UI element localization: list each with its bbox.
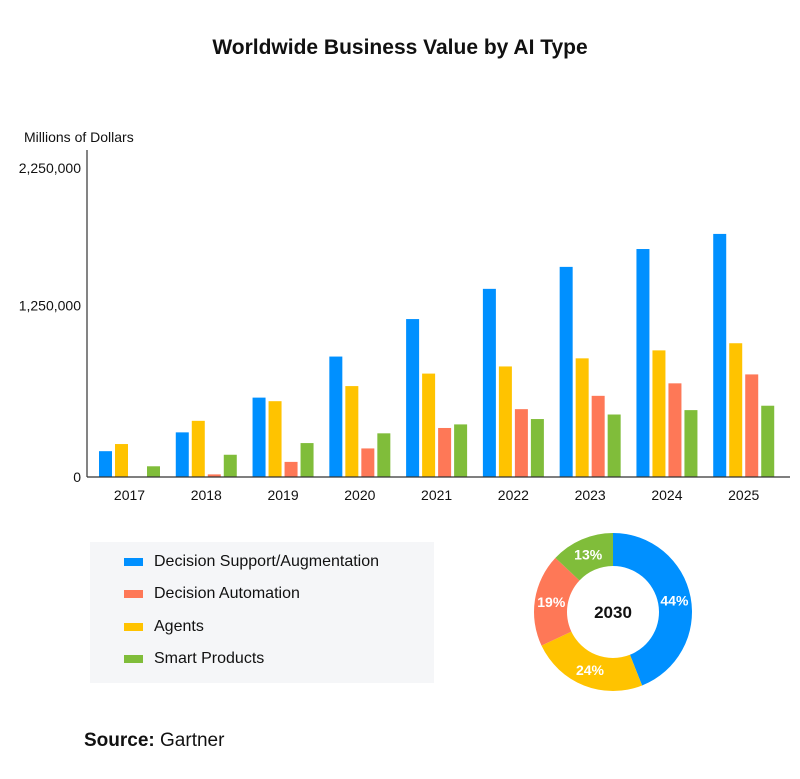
bar [652, 350, 666, 477]
bar [713, 233, 727, 477]
legend-swatch [124, 590, 143, 598]
x-tick-label: 2020 [344, 487, 375, 503]
bar [223, 454, 237, 477]
donut-slice-label: 24% [576, 662, 605, 678]
legend-item: Agents [124, 618, 204, 636]
bar [147, 466, 160, 477]
bar [377, 433, 391, 477]
bar [575, 358, 589, 477]
donut-slice-label: 13% [574, 547, 603, 563]
x-tick-label: 2017 [114, 487, 145, 503]
donut-slice-label: 19% [537, 594, 566, 610]
x-tick-label: 2022 [498, 487, 529, 503]
bar [761, 405, 775, 477]
donut-center-label: 2030 [594, 603, 632, 622]
y-tick-label: 0 [73, 469, 81, 485]
source-name: Gartner [160, 730, 225, 751]
legend: Decision Support/Augmentation Decision A… [90, 542, 434, 683]
bar [591, 395, 605, 477]
legend-label: Decision Automation [154, 585, 300, 602]
bar [607, 414, 621, 477]
legend-label: Agents [154, 618, 204, 635]
x-tick-label: 2025 [728, 487, 759, 503]
bar [454, 424, 468, 477]
legend-item: Decision Automation [124, 585, 300, 603]
bar [530, 419, 544, 477]
y-tick-label: 1,250,000 [19, 297, 81, 313]
bar [482, 288, 496, 477]
bar [300, 443, 314, 477]
bar [115, 444, 128, 477]
x-tick-label: 2024 [651, 487, 682, 503]
x-tick-label: 2019 [267, 487, 298, 503]
bar [636, 249, 650, 477]
legend-swatch [124, 655, 143, 663]
legend-label: Decision Support/Augmentation [154, 553, 380, 570]
bar [406, 319, 420, 477]
y-tick-label: 2,250,000 [19, 160, 81, 176]
legend-item: Decision Support/Augmentation [124, 553, 379, 571]
bar [514, 409, 528, 477]
bar [252, 397, 266, 477]
bar [99, 451, 112, 477]
source-prefix: Source: [84, 730, 155, 751]
bar [729, 343, 743, 477]
bar [559, 266, 573, 477]
x-tick-label: 2021 [421, 487, 452, 503]
legend-swatch [124, 558, 143, 566]
bar [422, 373, 436, 477]
bar [361, 448, 375, 477]
bar [668, 383, 682, 477]
x-tick-label: 2018 [191, 487, 222, 503]
legend-label: Smart Products [154, 650, 265, 667]
donut-slice-label: 44% [660, 592, 689, 608]
bar [268, 401, 282, 477]
bar [175, 432, 189, 477]
bar [684, 410, 698, 477]
bar [329, 356, 343, 477]
legend-item: Smart Products [124, 650, 264, 668]
x-tick-label: 2023 [575, 487, 606, 503]
bar [438, 427, 452, 477]
bar [345, 386, 359, 477]
legend-swatch [124, 623, 143, 631]
bar [191, 420, 205, 477]
bar [745, 374, 759, 477]
source-note: Source: Gartner [84, 730, 224, 752]
bar [498, 366, 512, 477]
bar [284, 461, 298, 477]
